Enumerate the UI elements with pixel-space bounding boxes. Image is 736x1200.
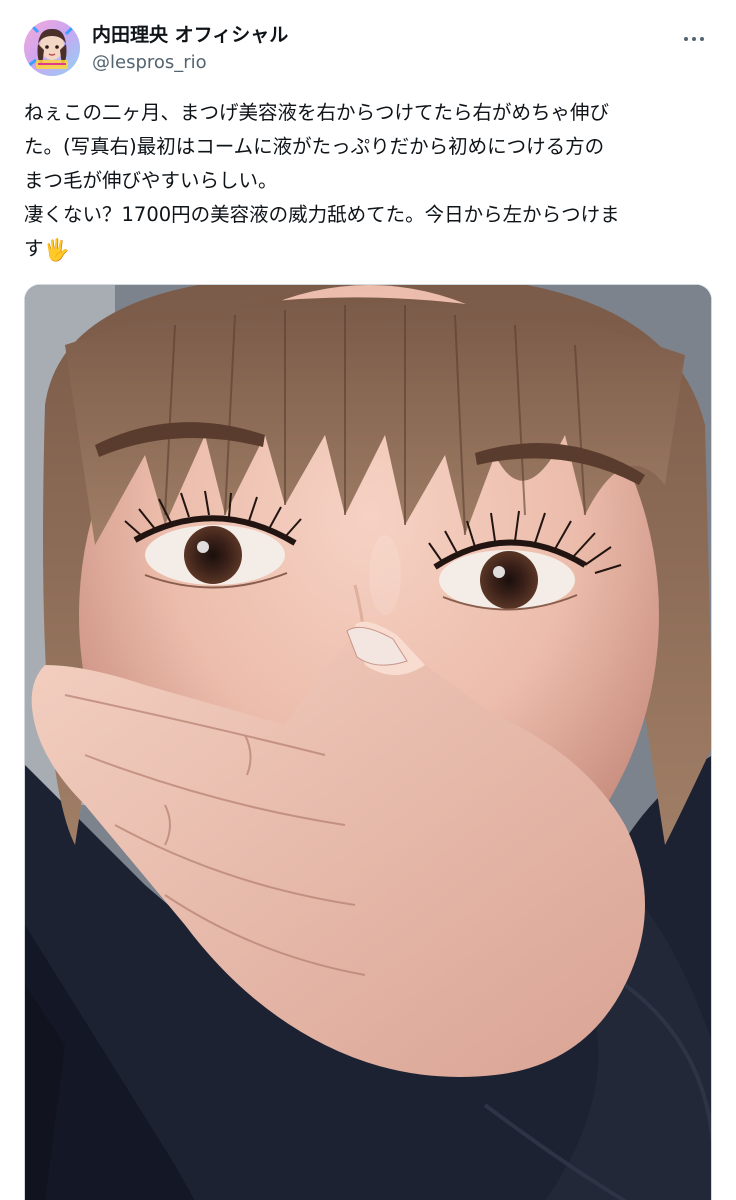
tweet-text-line: す xyxy=(24,237,44,260)
avatar-image xyxy=(24,20,80,76)
tweet-text-line: まつ毛が伸びやすいらしい。 xyxy=(24,169,278,192)
tweet-text-line: ねぇこの二ヶ月、まつげ美容液を右からつけてたら右がめちゃ伸び xyxy=(24,101,610,124)
raised-hand-emoji: 🖐 xyxy=(43,238,70,262)
photo-image xyxy=(25,285,711,1200)
display-name[interactable]: 内田理央 オフィシャル xyxy=(92,22,288,48)
more-options-button[interactable] xyxy=(676,24,712,54)
tweet-card: 内田理央 オフィシャル @lespros_rio ねぇこの二ヶ月、まつげ美容液を… xyxy=(0,0,736,1200)
avatar[interactable] xyxy=(24,20,80,76)
tweet-text-last-line: す🖐 xyxy=(24,232,714,267)
tweet-header: 内田理央 オフィシャル @lespros_rio xyxy=(24,20,712,78)
user-handle[interactable]: @lespros_rio xyxy=(92,50,288,76)
tweet-photo[interactable] xyxy=(24,284,712,1200)
more-options-icon-dot xyxy=(692,37,696,41)
more-options-icon-dot xyxy=(700,37,704,41)
tweet-text-line: 凄くない？1700円の美容液の威力舐めてた。今日から左からつけま xyxy=(24,203,620,226)
tweet-text: ねぇこの二ヶ月、まつげ美容液を右からつけてたら右がめちゃ伸び た。(写真右)最初… xyxy=(24,96,714,267)
author-names: 内田理央 オフィシャル @lespros_rio xyxy=(92,22,288,76)
tweet-text-line: た。(写真右)最初はコームに液がたっぷりだから初めにつける方の xyxy=(24,135,605,158)
more-options-icon xyxy=(684,37,688,41)
